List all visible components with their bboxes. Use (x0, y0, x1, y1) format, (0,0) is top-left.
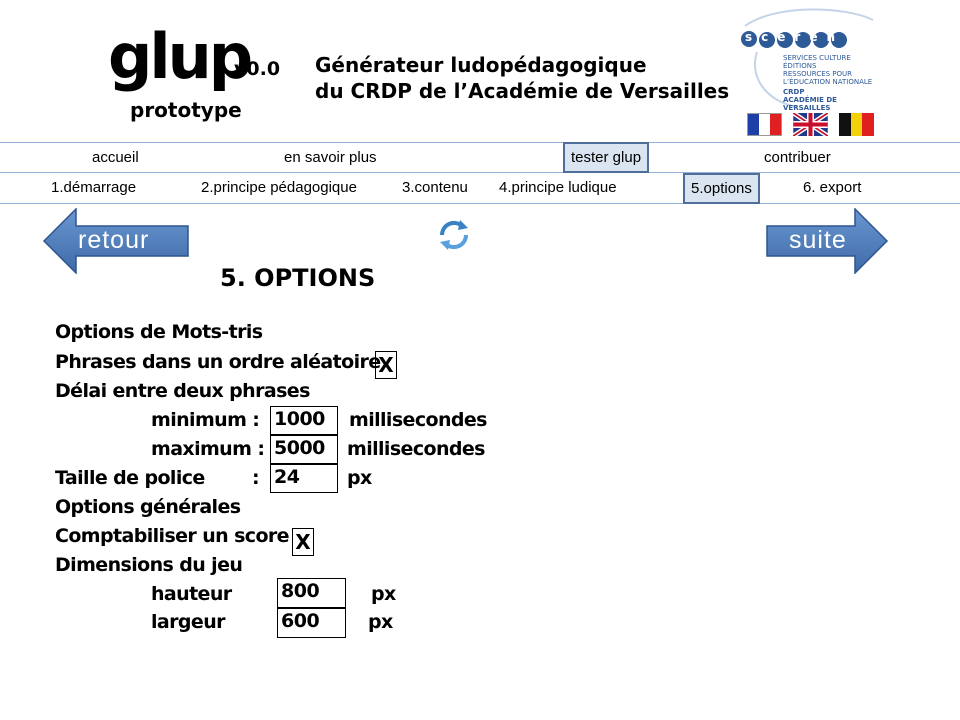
nav-contribuer[interactable]: contribuer (764, 148, 831, 168)
game-dimensions-label: Dimensions du jeu (55, 554, 243, 576)
step-options[interactable]: 5.options (683, 173, 760, 204)
min-delay-unit: millisecondes (349, 409, 487, 431)
min-delay-label: minimum : (151, 409, 260, 431)
random-order-label: Phrases dans un ordre aléatoire (55, 351, 381, 373)
min-delay-input[interactable]: 1000 (270, 406, 338, 435)
back-button[interactable]: retour (42, 207, 192, 275)
step-export[interactable]: 6. export (803, 178, 861, 198)
step-contenu[interactable]: 3.contenu (402, 178, 468, 198)
random-order-checkbox[interactable]: X (375, 351, 397, 379)
width-label: largeur (151, 611, 225, 633)
width-input[interactable]: 600 (277, 608, 346, 638)
height-unit: px (371, 583, 396, 605)
glup-logo: glup (108, 20, 253, 93)
mots-tris-heading: Options de Mots-tris (55, 321, 263, 343)
app-title-line1: Générateur ludopédagogique (315, 53, 647, 77)
sceren-logo: scérén SERVICES CULTURE ÉDITIONS RESSOUR… (735, 6, 877, 112)
delay-label: Délai entre deux phrases (55, 380, 310, 402)
sceren-tagline-1: SERVICES CULTURE ÉDITIONS (783, 54, 851, 70)
max-delay-label: maximum : (151, 438, 265, 460)
page-title: 5. OPTIONS (220, 264, 376, 292)
next-button[interactable]: suite (765, 207, 889, 275)
font-size-input[interactable]: 24 (270, 464, 338, 493)
font-size-colon: : (252, 467, 260, 489)
sceren-tagline-3: L’ÉDUCATION NATIONALE (783, 78, 873, 86)
nav-accueil[interactable]: accueil (92, 148, 139, 168)
nav-tester-glup[interactable]: tester glup (563, 142, 650, 173)
font-size-unit: px (347, 467, 372, 489)
max-delay-unit: millisecondes (347, 438, 485, 460)
step-principe-ludique[interactable]: 4.principe ludique (499, 178, 617, 198)
academie-label: ACADÉMIE DE VERSAILLES (783, 96, 837, 112)
score-label: Comptabiliser un score (55, 525, 290, 547)
app-title-line2: du CRDP de l’Académie de Versailles (315, 79, 730, 103)
flag-uk-icon[interactable] (791, 111, 830, 138)
crdp-label: CRDP (783, 88, 805, 96)
nav-en-savoir-plus[interactable]: en savoir plus (284, 148, 377, 168)
max-delay-input[interactable]: 5000 (270, 435, 338, 464)
step-principe-pedagogique[interactable]: 2.principe pédagogique (201, 178, 357, 198)
prototype-label: prototype (130, 98, 242, 122)
nav-divider-bottom (0, 203, 960, 204)
general-options-heading: Options générales (55, 496, 241, 518)
nav-divider-top (0, 142, 960, 143)
height-label: hauteur (151, 583, 232, 605)
app-title: Générateur ludopédagogique du CRDP de l’… (315, 52, 729, 104)
height-input[interactable]: 800 (277, 578, 346, 608)
refresh-icon[interactable] (436, 217, 472, 253)
sceren-tagline-2: RESSOURCES POUR (783, 70, 853, 78)
step-demarrage[interactable]: 1.démarrage (51, 178, 136, 198)
flag-france-icon[interactable] (747, 113, 782, 136)
next-button-label: suite (789, 226, 847, 254)
back-button-label: retour (78, 226, 150, 254)
version-label: v0.0 (234, 58, 281, 80)
font-size-label: Taille de police (55, 467, 205, 489)
nav-divider-middle (0, 172, 960, 173)
score-checkbox[interactable]: X (292, 528, 314, 556)
flag-belgium-icon[interactable] (839, 113, 875, 136)
width-unit: px (368, 611, 393, 633)
sceren-wordmark: scérén (745, 30, 844, 44)
